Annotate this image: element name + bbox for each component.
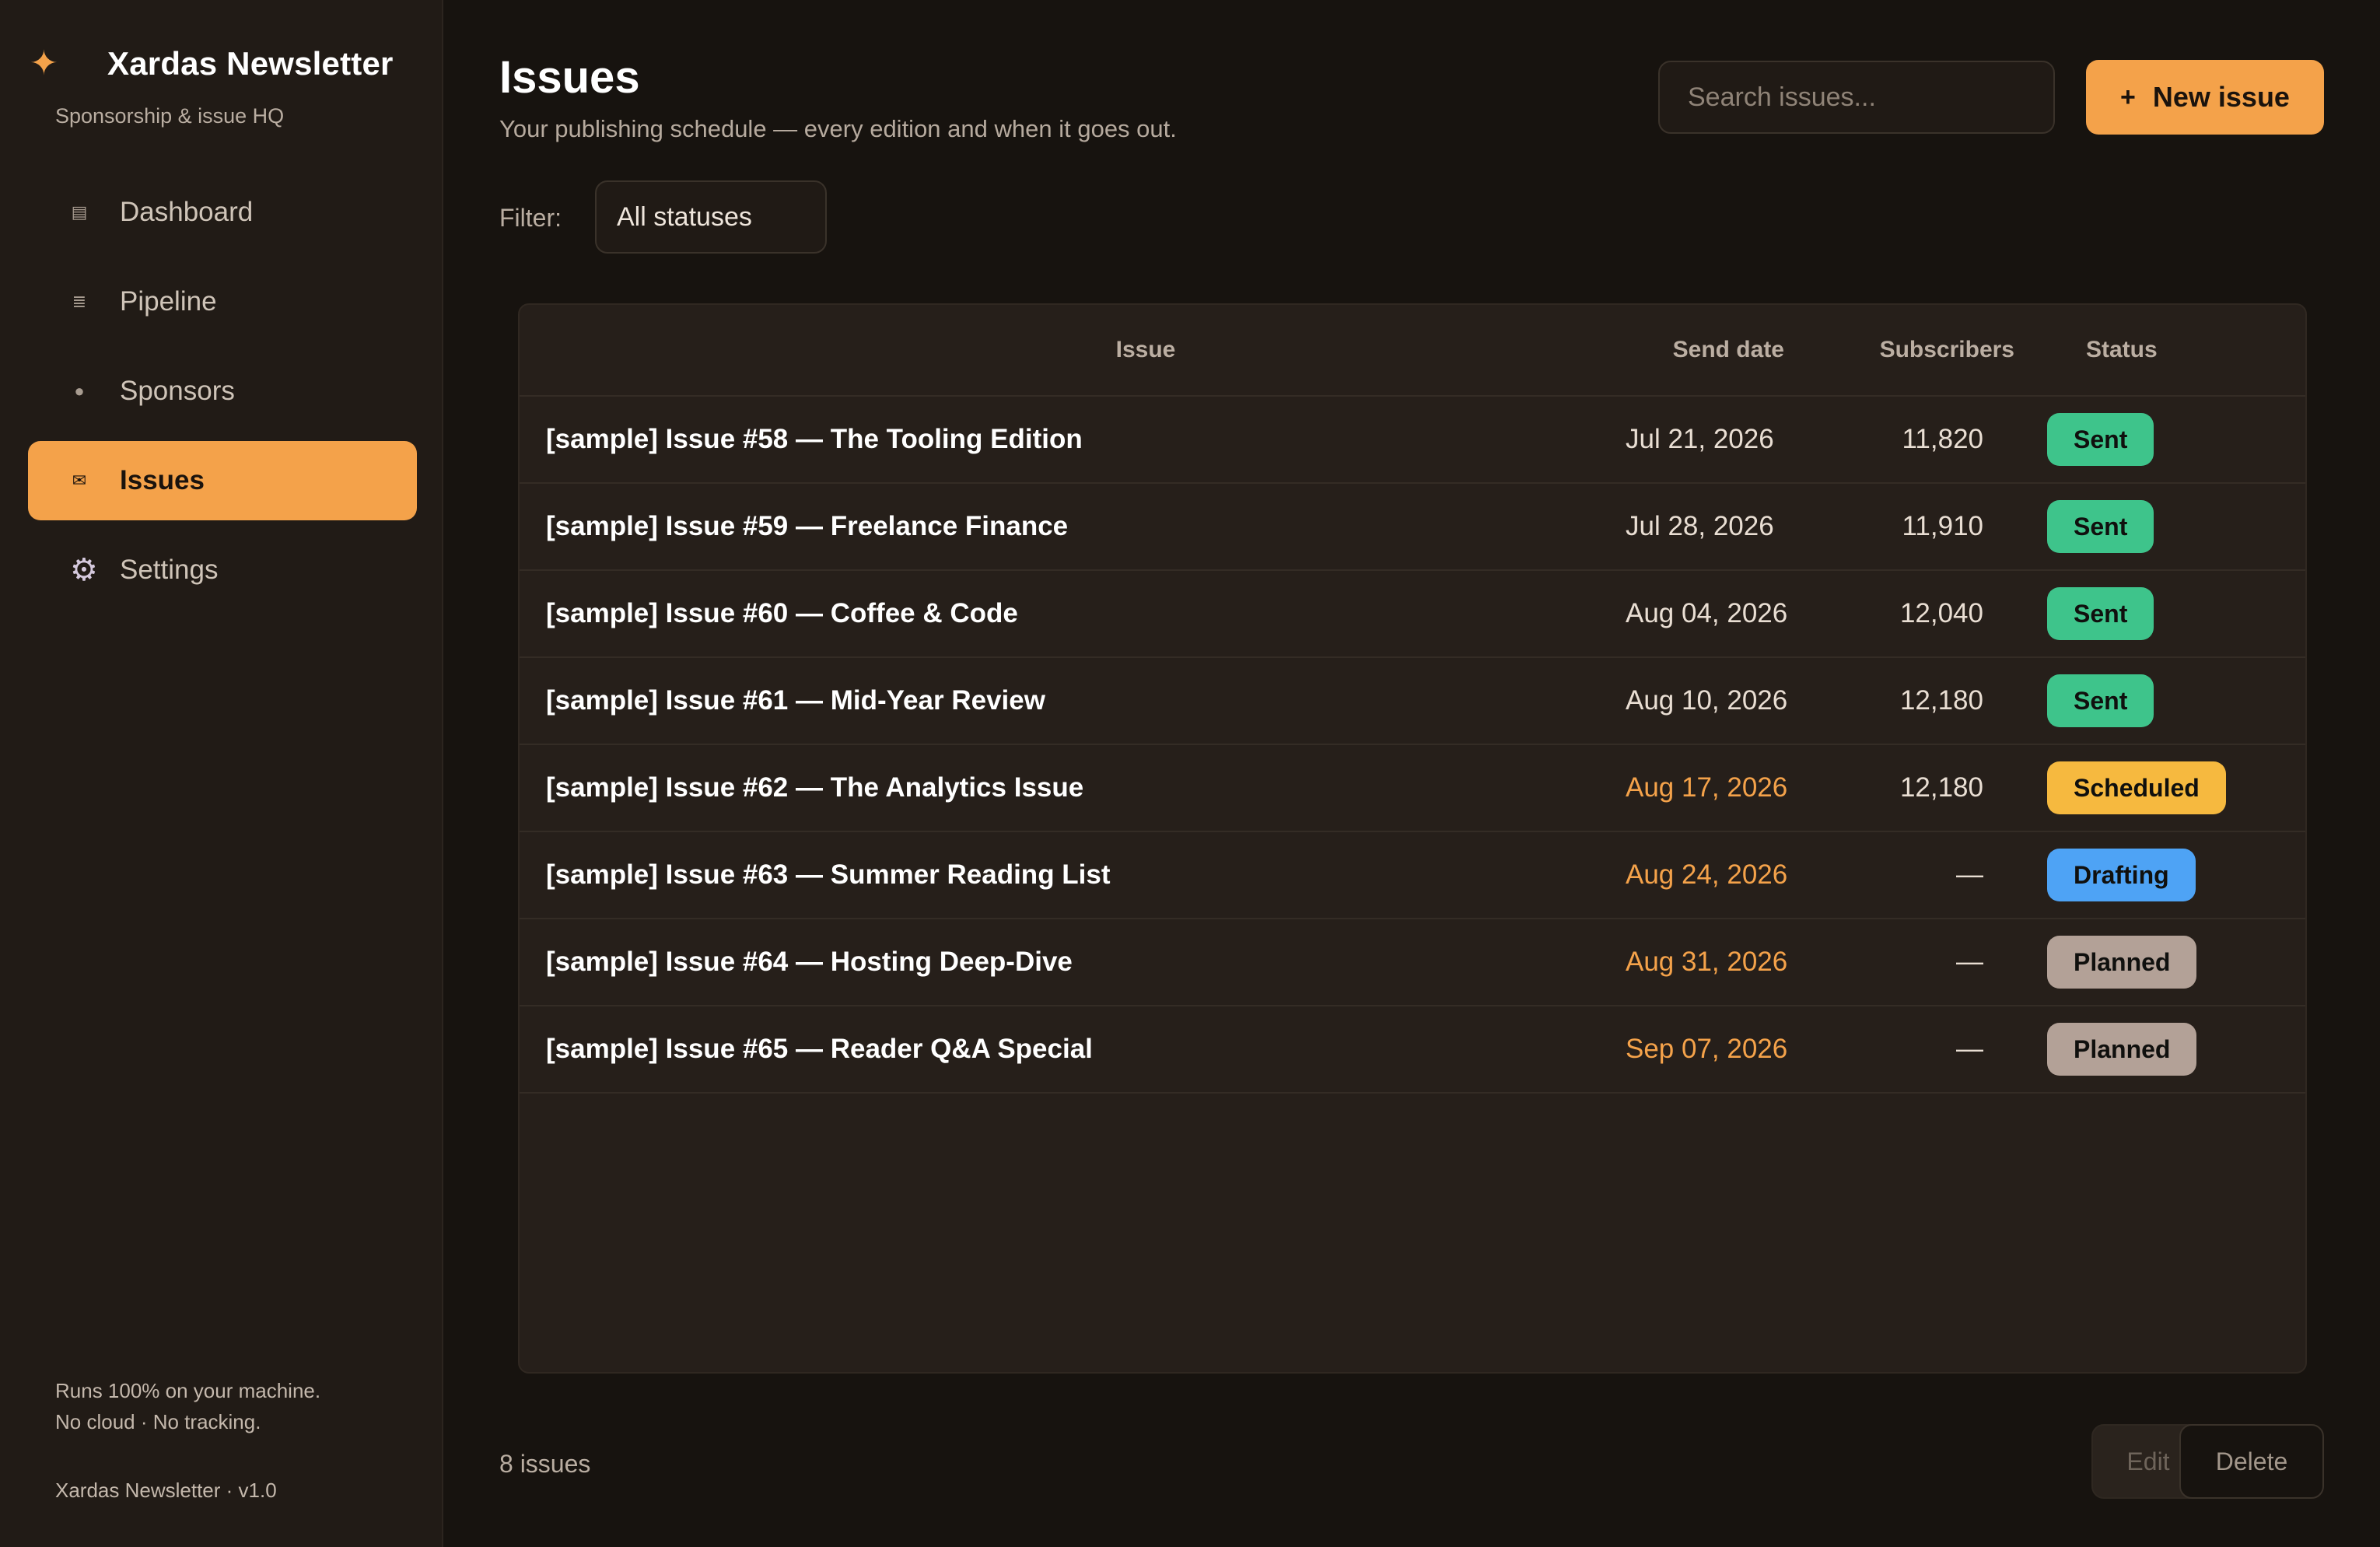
issue-title: [sample] Issue #64 — Hosting Deep-Dive xyxy=(546,947,1073,977)
issue-title: [sample] Issue #59 — Freelance Finance xyxy=(546,511,1069,541)
star-icon: ✦ xyxy=(30,44,58,82)
send-date: Aug 24, 2026 xyxy=(1626,859,1788,890)
status-badge: Scheduled xyxy=(2047,761,2226,814)
brand: ✦ Xardas Newsletter xyxy=(30,44,394,84)
send-date: Aug 04, 2026 xyxy=(1626,598,1788,628)
dashboard-icon: ▤ xyxy=(71,202,88,222)
filter-label: Filter: xyxy=(499,204,562,232)
status-badge: Sent xyxy=(2047,587,2154,640)
subscriber-count: 11,820 xyxy=(1902,424,1983,454)
status-badge: Sent xyxy=(2047,674,2154,727)
sidebar: ✦ Xardas Newsletter Sponsorship & issue … xyxy=(0,0,443,1547)
status-badge: Sent xyxy=(2047,500,2154,553)
new-issue-label: New issue xyxy=(2152,81,2290,113)
sidebar-item-issues[interactable]: ✉ Issues xyxy=(28,441,417,520)
send-date: Jul 28, 2026 xyxy=(1626,511,1774,541)
app-version: Xardas Newsletter · v1.0 xyxy=(55,1479,277,1502)
sidebar-item-label: Sponsors xyxy=(120,376,235,406)
brand-title: Xardas Newsletter xyxy=(107,45,394,82)
delete-button[interactable]: Delete xyxy=(2179,1424,2324,1499)
status-badge: Drafting xyxy=(2047,849,2196,901)
send-date: Aug 17, 2026 xyxy=(1626,772,1788,803)
send-date: Jul 21, 2026 xyxy=(1626,424,1774,454)
column-header-issue[interactable]: Issue xyxy=(520,337,1616,363)
table-row[interactable]: [sample] Issue #60 — Coffee & Code Aug 0… xyxy=(520,571,2305,658)
sidebar-item-settings[interactable]: ⚙ Settings xyxy=(28,530,417,610)
search-input[interactable] xyxy=(1658,61,2055,134)
column-header-status[interactable]: Status xyxy=(2014,337,2305,363)
table-row[interactable]: [sample] Issue #63 — Summer Reading List… xyxy=(520,832,2305,919)
brand-subtitle: Sponsorship & issue HQ xyxy=(55,104,285,128)
subscriber-count: — xyxy=(1956,859,1983,890)
page-subtitle: Your publishing schedule — every edition… xyxy=(499,115,1177,142)
subscriber-count: 11,910 xyxy=(1902,511,1983,541)
issue-title: [sample] Issue #65 — Reader Q&A Special xyxy=(546,1034,1093,1064)
sidebar-nav: ▤ Dashboard ≣ Pipeline ● Sponsors ✉ Issu… xyxy=(28,173,417,620)
table-row[interactable]: [sample] Issue #58 — The Tooling Edition… xyxy=(520,397,2305,484)
issue-title: [sample] Issue #62 — The Analytics Issue xyxy=(546,772,1084,803)
mail-icon: ✉ xyxy=(72,471,87,490)
issue-count: 8 issues xyxy=(499,1450,591,1478)
page-title: Issues xyxy=(499,52,640,103)
table-row[interactable]: [sample] Issue #64 — Hosting Deep-Dive A… xyxy=(520,919,2305,1006)
subscriber-count: — xyxy=(1956,947,1983,977)
send-date: Sep 07, 2026 xyxy=(1626,1034,1788,1064)
privacy-note-line2: No cloud · No tracking. xyxy=(55,1410,261,1433)
sidebar-item-label: Pipeline xyxy=(120,286,217,317)
send-date: Aug 10, 2026 xyxy=(1626,685,1788,716)
sidebar-item-label: Dashboard xyxy=(120,197,254,227)
subscriber-count: 12,040 xyxy=(1899,598,1983,628)
main-content: Issues Your publishing schedule — every … xyxy=(443,0,2380,1547)
sidebar-item-label: Settings xyxy=(120,555,219,585)
table-row[interactable]: [sample] Issue #62 — The Analytics Issue… xyxy=(520,745,2305,832)
sponsors-icon: ● xyxy=(74,381,85,401)
privacy-note-line1: Runs 100% on your machine. xyxy=(55,1379,321,1402)
status-badge: Planned xyxy=(2047,1023,2197,1076)
app-window: ✦ Xardas Newsletter Sponsorship & issue … xyxy=(0,0,2380,1547)
table-row[interactable]: [sample] Issue #59 — Freelance Finance J… xyxy=(520,484,2305,571)
issue-title: [sample] Issue #60 — Coffee & Code xyxy=(546,598,1018,628)
sidebar-item-label: Issues xyxy=(120,465,205,495)
subscriber-count: 12,180 xyxy=(1899,685,1983,716)
subscriber-count: 12,180 xyxy=(1899,772,1983,803)
sidebar-item-dashboard[interactable]: ▤ Dashboard xyxy=(28,173,417,252)
column-header-subscribers[interactable]: Subscribers xyxy=(1784,337,2014,363)
privacy-note: Runs 100% on your machine. No cloud · No… xyxy=(55,1375,320,1437)
issue-title: [sample] Issue #58 — The Tooling Edition xyxy=(546,424,1083,454)
gear-icon: ⚙ xyxy=(70,553,98,587)
table-header: Issue Send date Subscribers Status xyxy=(520,305,2305,397)
issues-table: Issue Send date Subscribers Status [samp… xyxy=(518,303,2307,1374)
plus-icon: + xyxy=(2120,82,2136,112)
send-date: Aug 31, 2026 xyxy=(1626,947,1788,977)
sidebar-item-sponsors[interactable]: ● Sponsors xyxy=(28,352,417,431)
pipeline-icon: ≣ xyxy=(72,292,87,311)
sidebar-item-pipeline[interactable]: ≣ Pipeline xyxy=(28,262,417,341)
issue-title: [sample] Issue #63 — Summer Reading List xyxy=(546,859,1111,890)
column-header-send-date[interactable]: Send date xyxy=(1616,337,1784,363)
status-badge: Sent xyxy=(2047,413,2154,466)
issue-title: [sample] Issue #61 — Mid-Year Review xyxy=(546,685,1045,716)
table-row[interactable]: [sample] Issue #61 — Mid-Year Review Aug… xyxy=(520,658,2305,745)
subscriber-count: — xyxy=(1956,1034,1983,1064)
table-row[interactable]: [sample] Issue #65 — Reader Q&A Special … xyxy=(520,1006,2305,1094)
status-filter-select[interactable]: All statuses xyxy=(595,180,827,254)
new-issue-button[interactable]: + New issue xyxy=(2086,60,2324,135)
status-badge: Planned xyxy=(2047,936,2197,989)
